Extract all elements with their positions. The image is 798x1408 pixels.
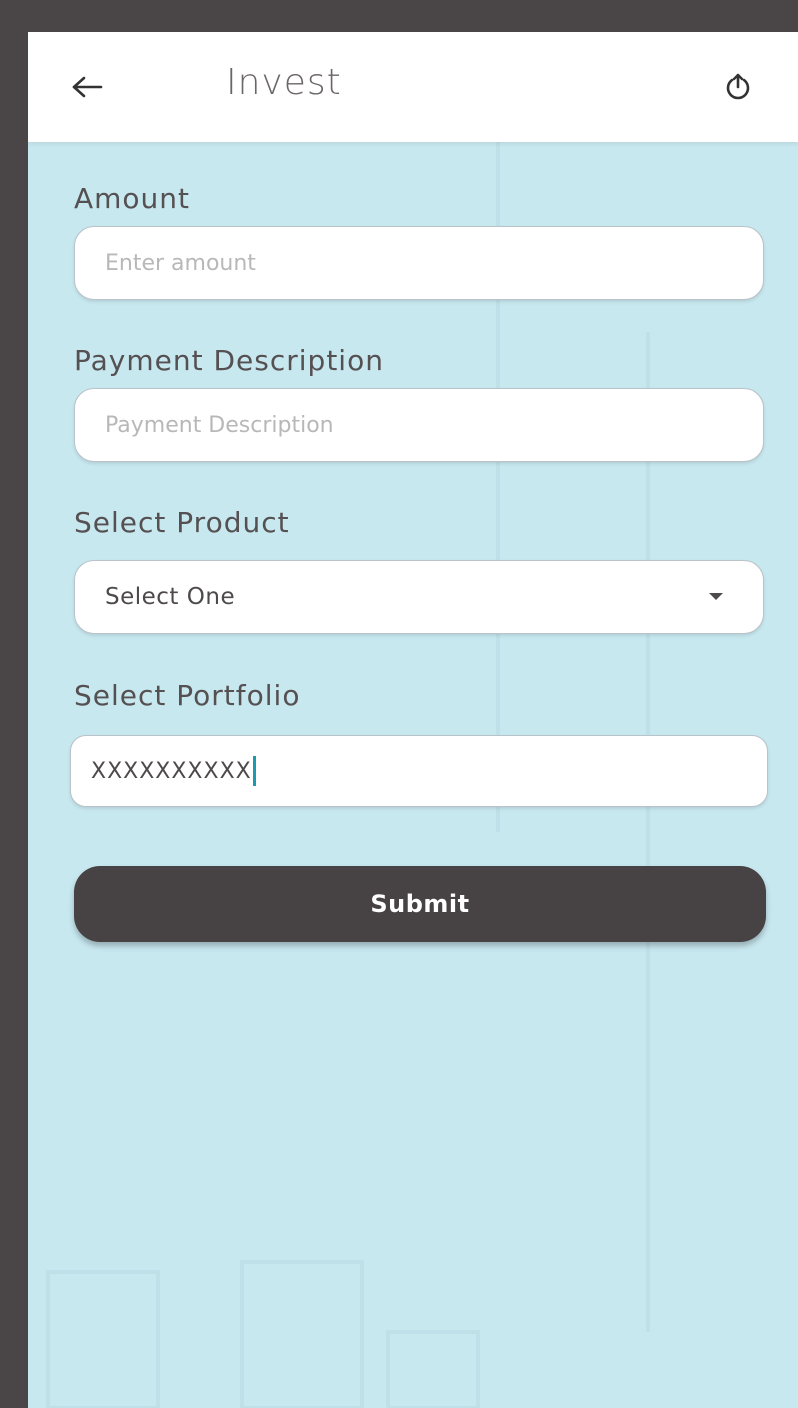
logout-button[interactable]	[718, 68, 758, 108]
back-button[interactable]	[64, 64, 110, 110]
amount-label: Amount	[74, 182, 191, 215]
device-frame: Invest Amount Payment Description Select…	[0, 0, 798, 1408]
amount-input[interactable]	[74, 226, 764, 300]
chevron-down-icon	[709, 593, 723, 600]
product-select-value: Select One	[105, 584, 236, 610]
payment-description-label: Payment Description	[74, 344, 384, 377]
text-cursor	[252, 756, 256, 786]
submit-button[interactable]: Submit	[74, 866, 766, 942]
page-title: Invest	[226, 62, 342, 103]
app-screen: Invest Amount Payment Description Select…	[28, 32, 798, 1408]
power-icon	[726, 73, 750, 100]
portfolio-input[interactable]: XXXXXXXXXX	[70, 735, 768, 807]
arrow-left-icon	[72, 76, 103, 98]
portfolio-value: XXXXXXXXXX	[91, 758, 252, 784]
product-select[interactable]: Select One	[74, 560, 764, 634]
app-bar: Invest	[28, 32, 798, 142]
select-product-label: Select Product	[74, 506, 290, 539]
select-portfolio-label: Select Portfolio	[74, 679, 301, 712]
payment-description-input[interactable]	[74, 388, 764, 462]
